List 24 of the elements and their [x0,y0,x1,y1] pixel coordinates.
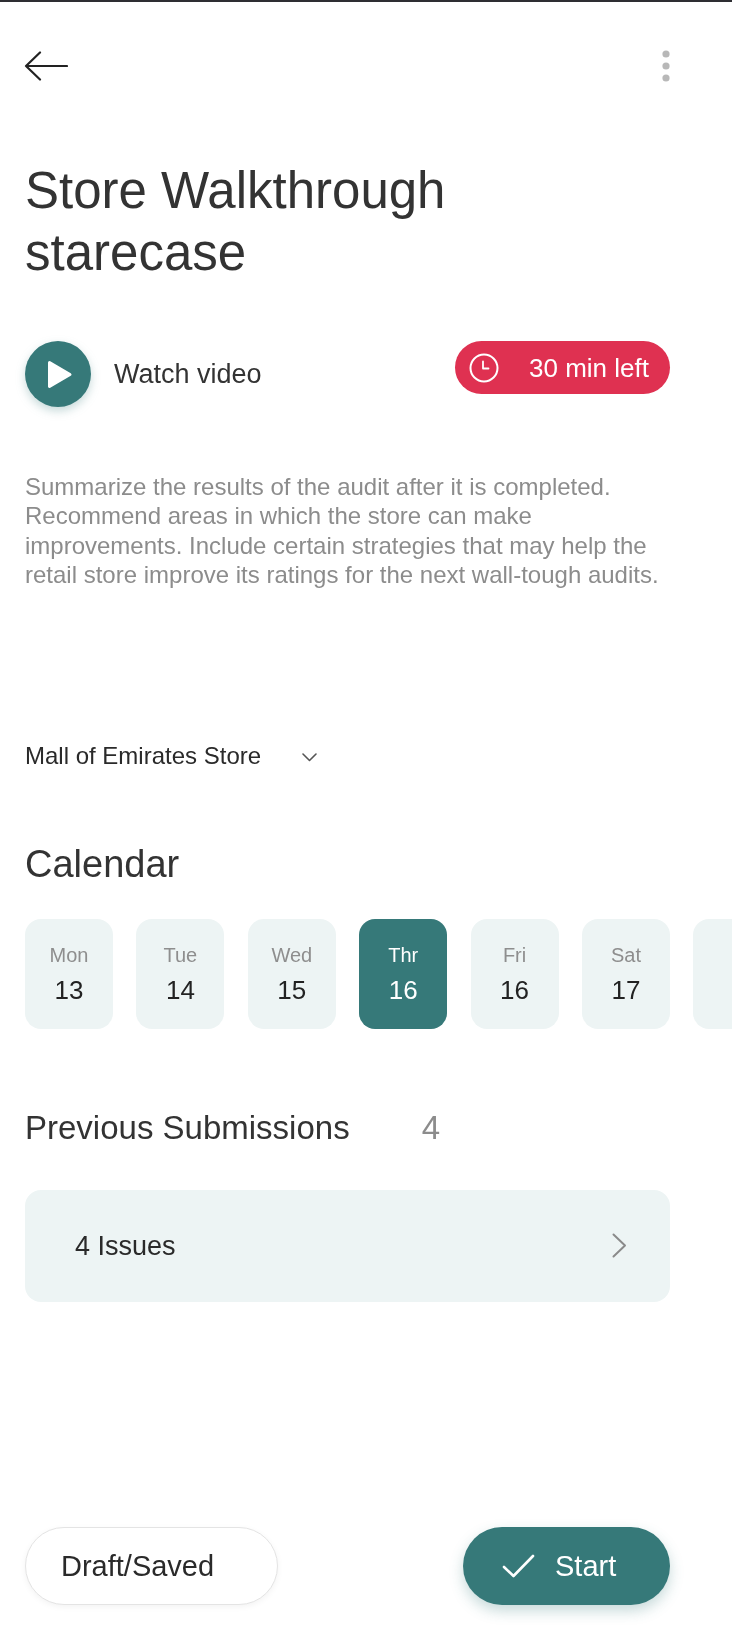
day-tile[interactable]: Wed 15 [247,919,336,1030]
play-icon [25,341,91,407]
day-tile[interactable]: Thr 16 [359,919,448,1030]
page-title: Store Walkthrough starecase [25,161,447,283]
day-tile[interactable]: Fri 16 [470,919,559,1030]
chevron-right-icon [612,1233,627,1259]
more-menu-icon[interactable] [662,50,670,82]
day-tile[interactable]: Sat 17 [581,919,670,1030]
check-icon [502,1553,535,1578]
time-left-text: 30 min left [529,352,649,383]
day-tile[interactable]: Tue 14 [136,919,225,1030]
task-description: Summarize the results of the audit after it is completed. Recommend areas in which the store can make improvements. Include certain strategies that may help the retail store improve its ratings for the next wall-tough audits. [25,472,660,590]
start-button[interactable]: Start [463,1526,670,1605]
submission-count: 4 [421,1108,440,1149]
section-title: Previous Submissions [25,1108,350,1149]
chevron-down-icon [302,753,318,763]
draft-button[interactable]: Draft/Saved [25,1526,278,1605]
section-title: Calendar [25,841,180,887]
left-arrow-icon[interactable] [24,51,68,81]
issues-list-item[interactable]: 4 Issues [25,1189,670,1302]
clock-icon [469,352,499,383]
store-dropdown[interactable]: Mall of Emirates Store [25,740,318,771]
day-tile[interactable]: Mon 13 [25,919,113,1030]
watch-video-button[interactable]: Watch video [25,341,262,407]
